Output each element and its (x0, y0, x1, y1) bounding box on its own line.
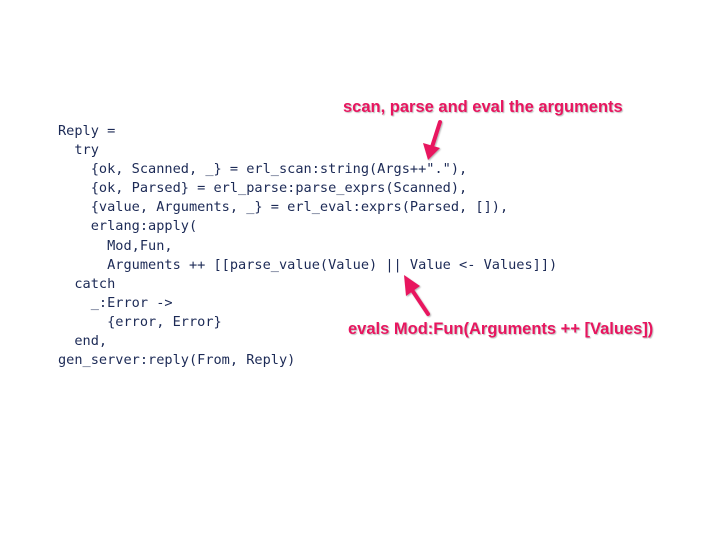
code-line: Arguments ++ [[parse_value(Value) || Val… (58, 256, 558, 273)
code-line: {ok, Parsed} = erl_parse:parse_exprs(Sca… (58, 180, 468, 197)
annotation-evals-mod-fun: evals Mod:Fun(Arguments ++ [Values]) (348, 320, 654, 338)
code-line: try (58, 142, 99, 159)
code-line: Mod,Fun, (58, 237, 173, 254)
code-line: _:Error -> (58, 294, 173, 311)
code-line: erlang:apply( (58, 218, 198, 235)
annotation-scan-parse-eval: scan, parse and eval the arguments (343, 98, 623, 116)
slide: Reply = try {ok, Scanned, _} = erl_scan:… (0, 0, 726, 546)
code-line: gen_server:reply(From, Reply) (58, 352, 296, 369)
code-line: {ok, Scanned, _} = erl_scan:string(Args+… (58, 161, 468, 178)
code-line: {value, Arguments, _} = erl_eval:exprs(P… (58, 199, 509, 216)
code-line: catch (58, 275, 116, 292)
code-line: Reply = (58, 123, 116, 139)
